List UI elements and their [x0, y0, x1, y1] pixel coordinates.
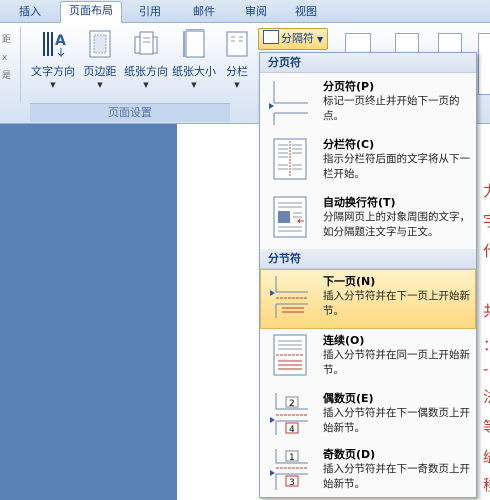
menu-item-page-break[interactable]: 分页符(P) 标记一页终止并开始下一页的点。 [261, 75, 475, 131]
breaks-label: 分隔符 [281, 32, 314, 45]
left-fragments: 距 x 是 [2, 31, 11, 85]
page-break-icon [268, 79, 312, 125]
menu-item-text-wrapping-break[interactable]: 自动换行符(T) 分隔网页上的对象周围的文字，如分隔题注文字与正文。 [261, 191, 475, 247]
column-break-icon [268, 137, 312, 183]
tab-page-layout[interactable]: 页面布局 [60, 1, 122, 23]
text-direction-button[interactable]: A 文字方向 ▼ [28, 29, 78, 89]
tab-references[interactable]: 引用 [132, 3, 168, 21]
orientation-label: 纸张方向 [124, 65, 168, 78]
doc-text: 力 [483, 180, 490, 201]
tab-mailings[interactable]: 邮件 [186, 3, 222, 21]
menu-item-desc: 插入分节符并在下一奇数页上开始新节。 [323, 463, 470, 490]
margins-icon [86, 29, 114, 59]
breaks-button[interactable]: 分隔符 ▼ [258, 28, 328, 50]
menu-item-desc: 标记一页终止并开始下一页的点。 [323, 95, 460, 122]
chevron-down-icon: ▼ [97, 81, 103, 89]
menu-item-title: 下一页(N) [323, 275, 376, 288]
doc-text: ： [483, 334, 490, 355]
section-header-page-breaks: 分页符 [260, 53, 476, 73]
doc-text: - [483, 360, 489, 378]
even-page-next-number: 4 [289, 425, 295, 435]
section-header-section-breaks: 分节符 [260, 249, 476, 269]
menu-item-desc: 插入分节符并在下一偶数页上开始新节。 [323, 407, 470, 434]
menu-item-title: 偶数页(E) [323, 392, 374, 405]
columns-label: 分栏 [226, 65, 248, 78]
odd-page-next-number: 3 [289, 478, 295, 488]
fragment: 距 [2, 35, 12, 45]
chevron-down-icon: ▼ [234, 81, 240, 89]
even-page-number: 2 [289, 399, 295, 409]
chevron-down-icon: ▼ [317, 35, 324, 44]
menu-item-even-page[interactable]: 2 4 偶数页(E) 插入分节符并在下一偶数页上开始新节。 [261, 387, 475, 443]
breaks-menu: 分页符 分页符(P) 标记一页终止并开始下一页的点。 分栏符(C) 指示分栏符后… [259, 52, 477, 498]
tab-insert[interactable]: 插入 [12, 3, 48, 21]
doc-text: （ [483, 270, 490, 291]
chevron-down-icon: ▼ [50, 81, 56, 89]
size-button[interactable]: 纸张大小 ▼ [170, 28, 218, 89]
menu-item-desc: 分隔网页上的对象周围的文字，如分隔题注文字与正文。 [323, 211, 470, 238]
odd-page-icon: 1 3 [268, 447, 312, 493]
paper-size-icon [180, 28, 208, 59]
columns-button[interactable]: 分栏 ▼ [222, 29, 252, 89]
chevron-down-icon: ▼ [191, 81, 197, 89]
menu-item-title: 连续(O) [323, 334, 365, 347]
tab-review[interactable]: 审阅 [238, 3, 274, 21]
menu-item-title: 自动换行符(T) [323, 196, 396, 209]
continuous-icon [268, 333, 312, 379]
menu-item-continuous[interactable]: 连续(O) 插入分节符并在同一页上开始新节。 [261, 329, 475, 385]
text-direction-label: 文字方向 [31, 65, 75, 78]
columns-icon [223, 29, 251, 59]
svg-text:A: A [55, 33, 66, 49]
fragment: 是 [2, 71, 12, 81]
orientation-icon [132, 29, 160, 59]
menu-item-title: 奇数页(D) [323, 448, 376, 461]
text-wrapping-break-icon [268, 195, 312, 241]
ribbon-tab-bar: 插入 页面布局 引用 邮件 审阅 视图 [0, 0, 490, 23]
doc-text: 缢 [483, 446, 490, 467]
menu-item-title: 分页符(P) [323, 80, 375, 93]
next-page-icon [268, 274, 312, 320]
doc-text: 共 [483, 300, 490, 321]
menu-item-next-page[interactable]: 下一页(N) 插入分节符并在下一页上开始新节。 [260, 269, 476, 329]
menu-item-desc: 指示分栏符后面的文字将从下一栏开始。 [323, 153, 470, 180]
size-label: 纸张大小 [172, 65, 216, 78]
doc-text: 移 [483, 474, 490, 495]
margins-label: 页边距 [83, 65, 117, 78]
menu-item-odd-page[interactable]: 1 3 奇数页(D) 插入分节符并在下一奇数页上开始新节。 [261, 443, 475, 495]
page-setup-group-label: 页面设置 [30, 103, 230, 122]
menu-item-desc: 插入分节符并在同一页上开始新节。 [323, 349, 470, 376]
doc-text: 等 [483, 416, 490, 437]
even-page-icon: 2 4 [268, 391, 312, 437]
tab-view[interactable]: 视图 [288, 3, 324, 21]
menu-item-column-break[interactable]: 分栏符(C) 指示分栏符后面的文字将从下一栏开始。 [261, 133, 475, 189]
divider [20, 27, 21, 103]
chevron-down-icon: ▼ [143, 81, 149, 89]
indent-icon[interactable] [478, 33, 490, 95]
doc-text: 法 [483, 386, 490, 407]
menu-item-desc: 插入分节符并在下一页上开始新节。 [323, 290, 470, 317]
doc-text: 字 [483, 210, 490, 231]
margins-button[interactable]: 页边距 ▼ [80, 29, 120, 89]
doc-text: 代 [483, 240, 490, 261]
breaks-icon [263, 30, 279, 44]
text-direction-icon: A [39, 29, 67, 59]
menu-item-title: 分栏符(C) [323, 138, 375, 151]
odd-page-number: 1 [289, 453, 295, 463]
fragment: x [2, 53, 8, 63]
orientation-button[interactable]: 纸张方向 ▼ [122, 29, 170, 89]
